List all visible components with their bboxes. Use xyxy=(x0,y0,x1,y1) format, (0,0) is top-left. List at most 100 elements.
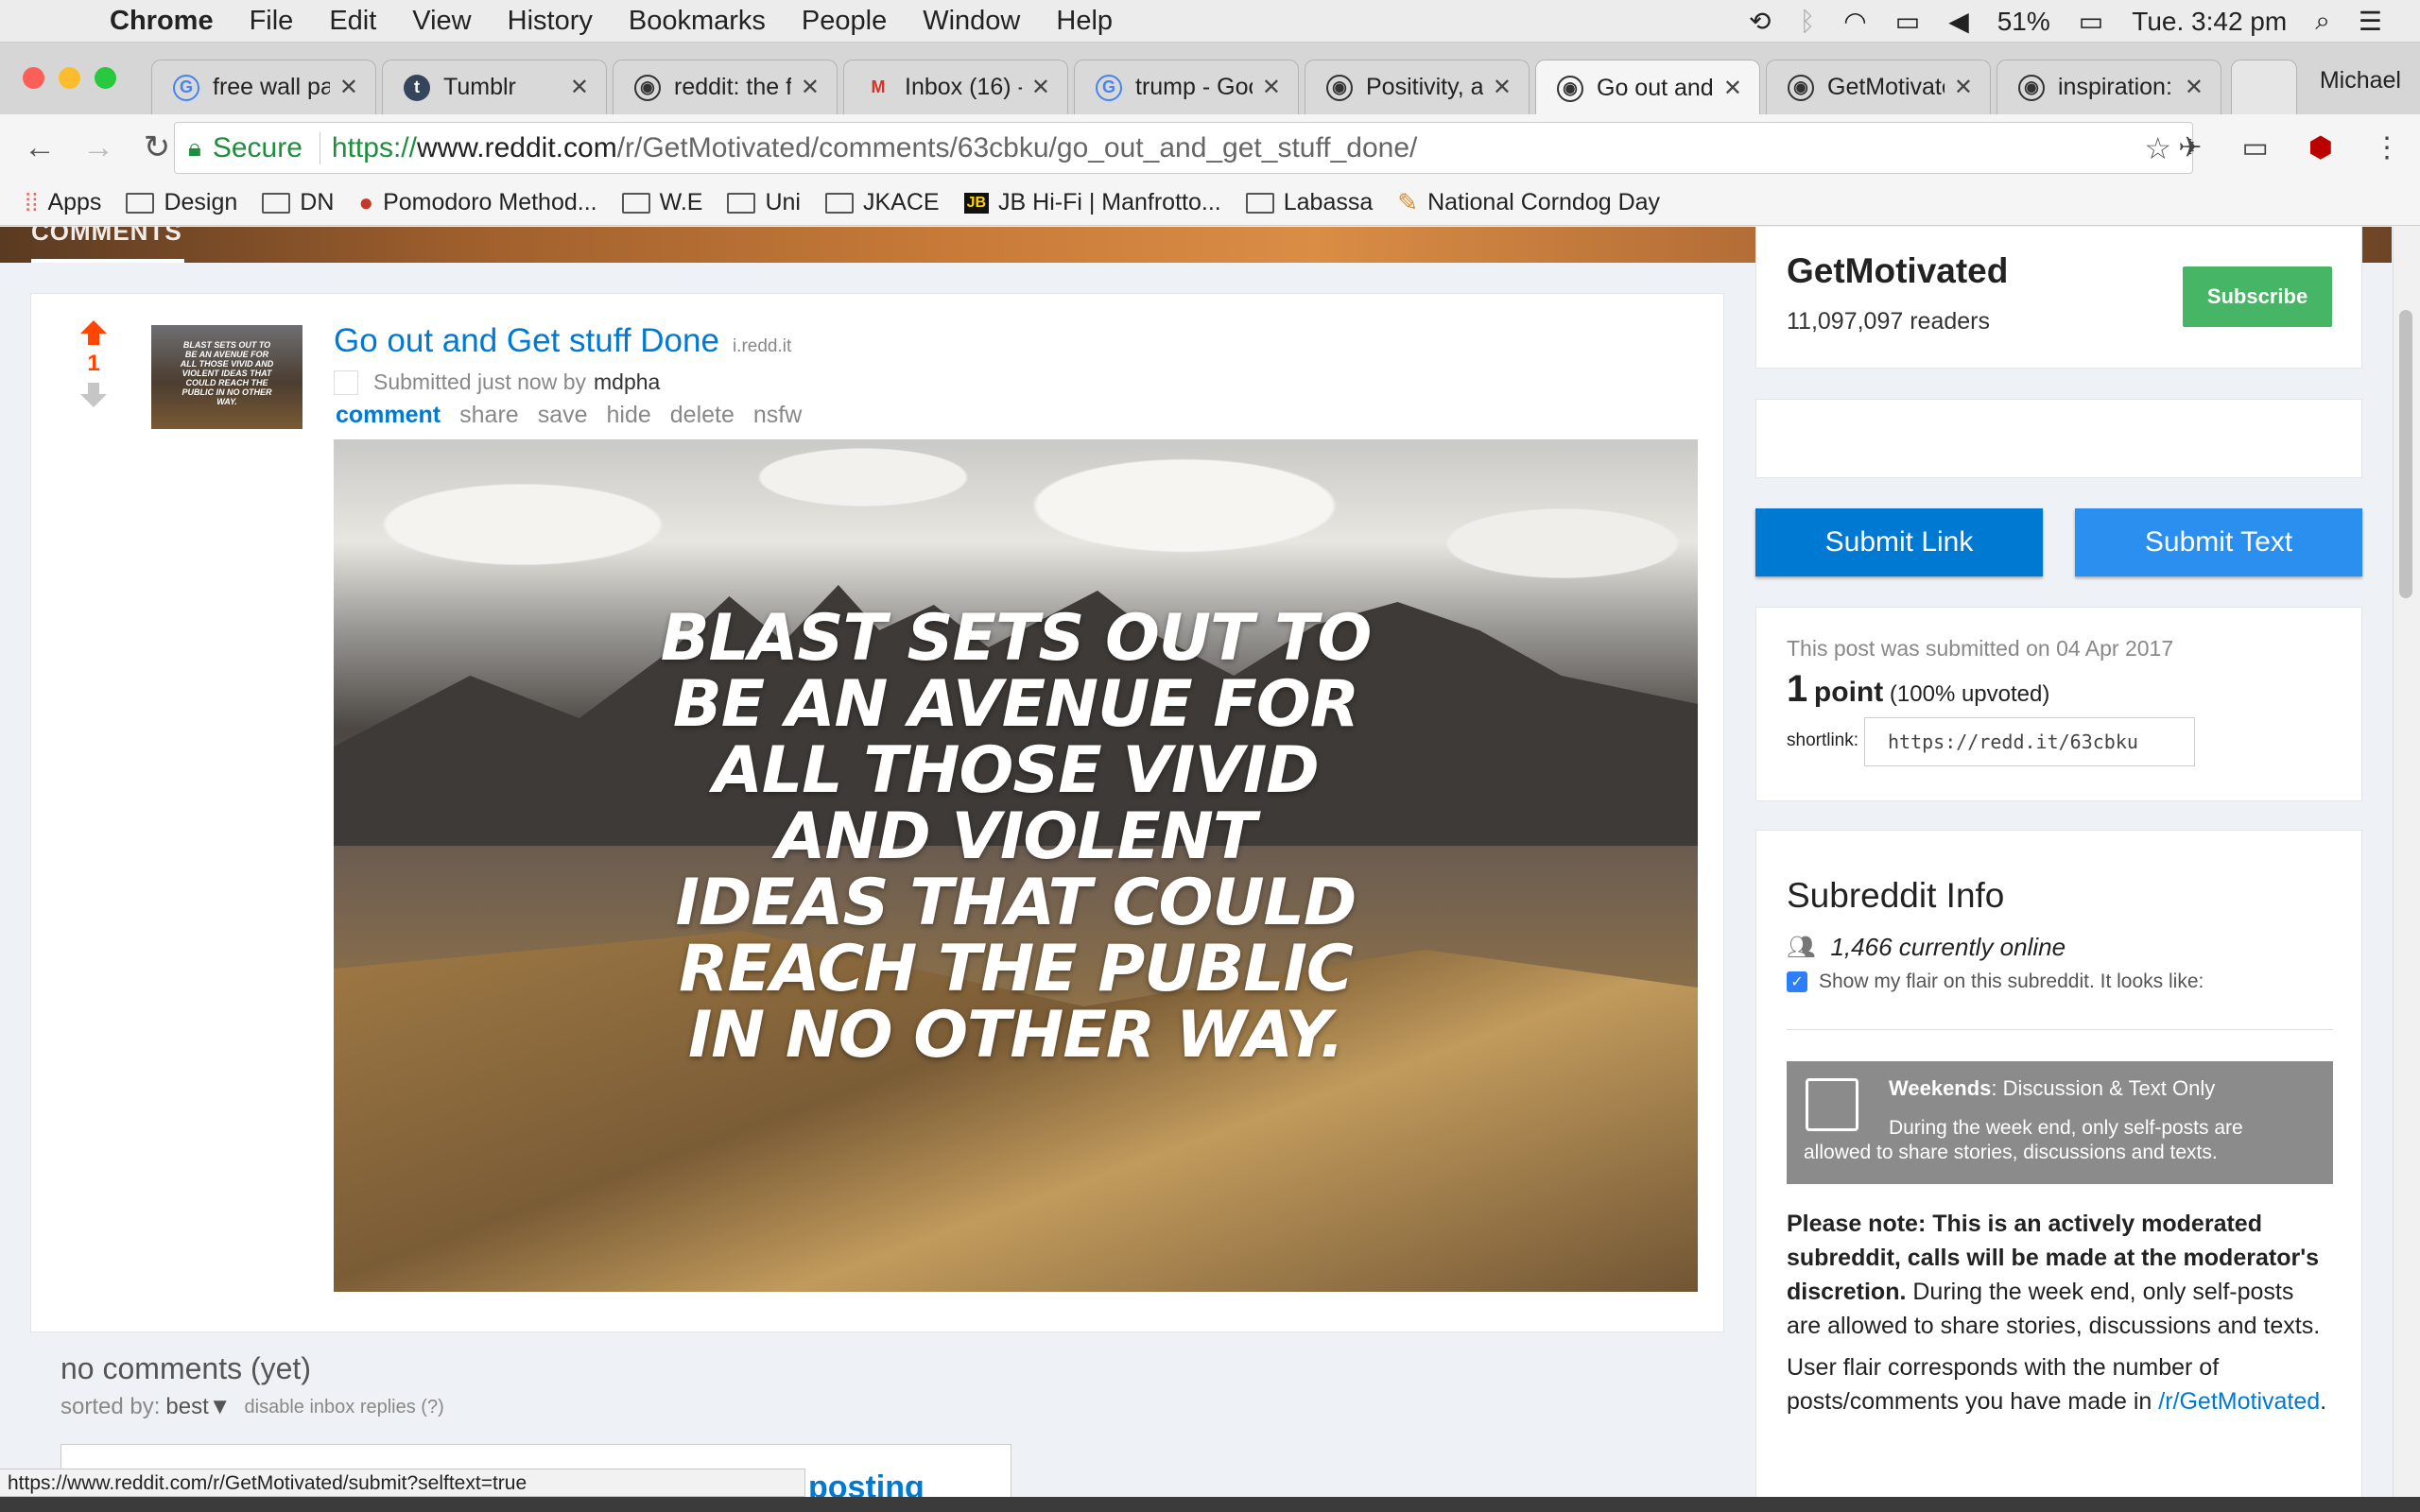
extension-ublock-icon[interactable]: ⬢ xyxy=(2308,131,2333,164)
bookmark-we[interactable]: W.E xyxy=(621,189,702,216)
close-tab-icon[interactable]: ✕ xyxy=(1031,74,1050,101)
post-thumbnail[interactable]: BLAST SETS OUT TO BE AN AVENUE FOR ALL T… xyxy=(151,325,302,429)
tab-tumblr[interactable]: t Tumblr ✕ xyxy=(382,60,607,114)
getmotivated-link[interactable]: /r/GetMotivated xyxy=(2158,1388,2320,1415)
notification-center-icon[interactable]: ☰ xyxy=(2359,6,2382,37)
close-tab-icon[interactable]: ✕ xyxy=(1723,75,1742,102)
post-container: 1 BLAST SETS OUT TO BE AN AVENUE FOR ALL… xyxy=(30,293,1724,1332)
close-tab-icon[interactable]: ✕ xyxy=(1493,74,1512,101)
shortlink-field[interactable]: https://redd.it/63cbku xyxy=(1864,717,2195,766)
new-tab-button[interactable] xyxy=(2231,60,2297,114)
tab-inspiration[interactable]: ◉ inspiration: ✕ xyxy=(1996,60,2221,114)
reader-count: 11,097,097 readers xyxy=(1787,308,1990,335)
menu-window[interactable]: Window xyxy=(923,6,1020,37)
author-link[interactable]: mdpha xyxy=(594,369,660,395)
weekend-title-bold: Weekends xyxy=(1889,1076,1992,1100)
chrome-menu-icon[interactable]: ⋮ xyxy=(2373,131,2401,164)
profile-name[interactable]: Michael xyxy=(2320,67,2401,94)
sort-dropdown[interactable]: best▼ xyxy=(165,1394,231,1420)
spotlight-search-icon[interactable]: ⌕ xyxy=(2315,6,2330,37)
close-tab-icon[interactable]: ✕ xyxy=(1262,74,1281,101)
folder-icon xyxy=(1245,192,1274,214)
flair-toggle[interactable]: ✓ Show my flair on this subreddit. It loo… xyxy=(1787,971,2204,993)
reload-icon[interactable]: ↻ xyxy=(138,129,176,166)
volume-icon[interactable]: ◀ xyxy=(1948,6,1969,37)
checkbox-checked-icon[interactable]: ✓ xyxy=(1787,971,1807,992)
post-title-link[interactable]: Go out and Get stuff Done xyxy=(334,322,719,359)
close-tab-icon[interactable]: ✕ xyxy=(1954,74,1973,101)
disable-inbox-replies-link[interactable]: disable inbox replies (?) xyxy=(245,1397,444,1418)
tab-positivity[interactable]: ◉ Positivity, a ✕ xyxy=(1305,60,1530,114)
delete-button[interactable]: delete xyxy=(670,402,735,429)
menu-history[interactable]: History xyxy=(508,6,593,37)
expando-checkbox[interactable] xyxy=(334,369,358,395)
bookmark-corndog[interactable]: ✎ National Corndog Day xyxy=(1397,188,1660,217)
bookmark-apps[interactable]: ⁞⁞ Apps xyxy=(25,188,101,217)
clock[interactable]: Tue. 3:42 pm xyxy=(2132,7,2287,37)
quote-line: ALL THOSE VIVID xyxy=(713,733,1319,808)
subreddit-name[interactable]: GetMotivated xyxy=(1787,251,2008,291)
tab-reddit-front[interactable]: ◉ reddit: the f ✕ xyxy=(613,60,838,114)
bookmark-label: Apps xyxy=(47,189,102,215)
share-button[interactable]: share xyxy=(459,402,519,429)
battery-charging-icon[interactable]: ▭ xyxy=(2079,6,2103,37)
bookmark-labassa[interactable]: Labassa xyxy=(1245,189,1373,216)
menu-bookmarks[interactable]: Bookmarks xyxy=(629,6,766,37)
minimize-window-button[interactable] xyxy=(59,67,80,89)
forward-arrow-icon[interactable]: → xyxy=(79,129,117,166)
folder-icon xyxy=(824,192,854,214)
close-tab-icon[interactable]: ✕ xyxy=(801,74,820,101)
tab-trump-google[interactable]: G trump - Goo ✕ xyxy=(1074,60,1299,114)
bookmark-star-icon[interactable]: ☆ xyxy=(2144,130,2171,166)
menu-view[interactable]: View xyxy=(412,6,471,37)
zoom-window-button[interactable] xyxy=(95,67,116,89)
upvote-arrow-icon[interactable] xyxy=(75,320,112,345)
wifi-icon[interactable]: ◠ xyxy=(1843,6,1866,37)
close-tab-icon[interactable]: ✕ xyxy=(570,74,589,101)
tab-gmail-inbox[interactable]: M Inbox (16) - ✕ xyxy=(843,60,1068,114)
menu-edit[interactable]: Edit xyxy=(329,6,376,37)
airplay-icon[interactable]: ▭ xyxy=(1895,6,1920,37)
address-bar[interactable]: 🔒︎ Secure https://www.reddit.com/r/GetMo… xyxy=(174,122,2193,174)
subscribe-button[interactable]: Subscribe xyxy=(2183,266,2332,327)
post-image[interactable]: BLAST SETS OUT TO BE AN AVENUE FOR ALL T… xyxy=(334,439,1698,1292)
submit-text-button[interactable]: Submit Text xyxy=(2075,508,2362,576)
tab-getmotivated[interactable]: ◉ GetMotivate ✕ xyxy=(1766,60,1991,114)
tab-go-out-active[interactable]: ◉ Go out and ✕ xyxy=(1535,60,1760,116)
sidebar-search-box[interactable] xyxy=(1755,399,2362,478)
close-window-button[interactable] xyxy=(23,67,44,89)
bookmark-design[interactable]: Design xyxy=(126,189,237,216)
bookmark-pomodoro[interactable]: ● Pomodoro Method... xyxy=(358,188,596,217)
folder-icon xyxy=(262,192,291,214)
bookmark-dn[interactable]: DN xyxy=(262,189,334,216)
menu-help[interactable]: Help xyxy=(1056,6,1113,37)
scrollbar-thumb[interactable] xyxy=(2399,310,2412,598)
submitted-date: This post was submitted on 04 Apr 2017 xyxy=(1787,636,2174,661)
bookmark-uni[interactable]: Uni xyxy=(727,189,801,216)
extension-bat-icon[interactable]: ✈ xyxy=(2178,131,2202,164)
menu-file[interactable]: File xyxy=(250,6,294,37)
vertical-scrollbar[interactable] xyxy=(2393,227,2420,1497)
save-button[interactable]: save xyxy=(538,402,588,429)
comment-button[interactable]: comment xyxy=(336,402,441,429)
bookmark-jkace[interactable]: JKACE xyxy=(824,189,940,216)
close-tab-icon[interactable]: ✕ xyxy=(339,74,358,101)
downvote-arrow-icon[interactable] xyxy=(75,383,112,407)
time-machine-icon[interactable]: ⟲ xyxy=(1749,6,1771,37)
hide-button[interactable]: hide xyxy=(607,402,651,429)
url-path: /r/GetMotivated/comments/63cbku/go_out_a… xyxy=(616,131,1418,163)
cast-icon[interactable]: ▭ xyxy=(2241,131,2268,164)
app-menu-chrome[interactable]: Chrome xyxy=(110,6,214,37)
submit-link-button[interactable]: Submit Link xyxy=(1755,508,2043,576)
tab-free-wall[interactable]: G free wall pa ✕ xyxy=(151,60,376,114)
back-arrow-icon[interactable]: ← xyxy=(21,129,59,166)
reddit-icon: ◉ xyxy=(1326,74,1353,101)
close-tab-icon[interactable]: ✕ xyxy=(2185,74,2204,101)
lock-icon[interactable]: 🔒︎ xyxy=(188,133,201,163)
menu-people[interactable]: People xyxy=(802,6,887,37)
bookmark-jbhifi[interactable]: JB JB Hi-Fi | Manfrotto... xyxy=(963,189,1221,216)
comments-tab[interactable]: COMMENTS xyxy=(31,227,182,247)
nsfw-button[interactable]: nsfw xyxy=(753,402,802,429)
post-domain[interactable]: i.redd.it xyxy=(733,336,791,356)
bluetooth-icon[interactable]: ᛒ xyxy=(1799,7,1815,37)
